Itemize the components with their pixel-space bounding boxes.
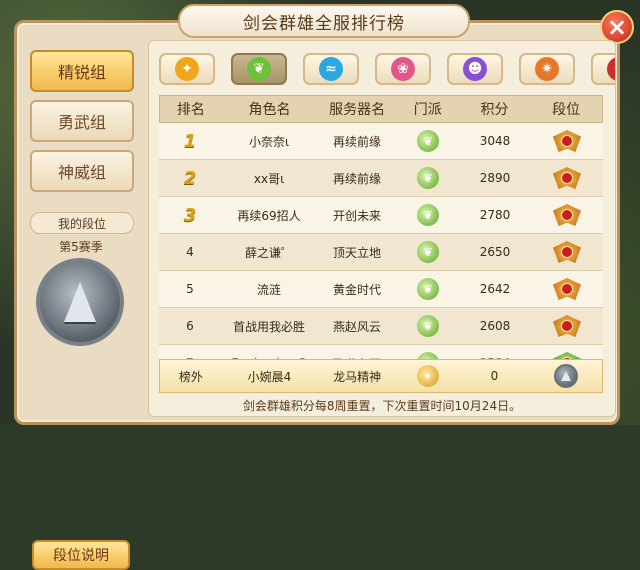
- header-name: 角色名: [248, 102, 291, 118]
- leaf-sect-icon: ❦: [417, 167, 439, 189]
- tab-red-sect[interactable]: ✦: [591, 53, 615, 85]
- leaf-sect-icon: ❦: [417, 204, 439, 226]
- score-cell: 2584: [459, 345, 531, 359]
- red-sect-icon: ✦: [607, 57, 615, 81]
- name-cell: 首战用我必胜: [232, 319, 305, 334]
- my-server-cell: 龙马精神: [333, 369, 382, 384]
- score-cell: 2650: [479, 245, 511, 259]
- server-cell: 顶天立地: [332, 245, 381, 260]
- ranking-panel: ✦ ❦ ≈ ❀ ☻ ✷ ✦ 排名 角色名 服务器名 门派 积分 段位 1 小奈奈…: [148, 40, 616, 417]
- tab-sword-sect[interactable]: ✦: [159, 53, 215, 85]
- leaf-sect-icon: ❦: [417, 241, 439, 263]
- rank-cell: 2: [183, 167, 197, 189]
- my-rank-cell: 榜外: [178, 369, 203, 384]
- green-tier-icon: [553, 350, 581, 359]
- score-cell: 2890: [479, 171, 511, 185]
- silver-tier-icon: [554, 364, 579, 388]
- table-row[interactable]: 2 xx哥ι 再续前缘 ❦ 2890: [159, 160, 603, 197]
- leaf-sect-icon: ❦: [417, 278, 439, 300]
- gold-tier-icon: [553, 202, 581, 228]
- rank-cell: 3: [183, 204, 197, 226]
- table-row[interactable]: 1 小奈奈ι 再续前缘 ❦ 3048: [159, 123, 603, 160]
- server-cell: 再续前缘: [332, 134, 381, 149]
- name-cell: xx哥ι: [253, 171, 285, 186]
- my-ranking-row[interactable]: 榜外 小婉晨4 龙马精神 ✦ 0: [159, 359, 603, 393]
- server-cell: 开创未来: [332, 208, 381, 223]
- rank-cell: 6: [186, 319, 194, 333]
- header-rank: 排名: [176, 102, 205, 118]
- rank-cell: 1: [183, 130, 197, 152]
- name-cell: 流涟: [256, 282, 281, 297]
- name-cell: 薛之谦゜: [244, 245, 293, 260]
- gold-tier-icon: [553, 128, 581, 154]
- tab-lotus-sect[interactable]: ❀: [375, 53, 431, 85]
- group-divine-button[interactable]: 神威组: [30, 150, 134, 192]
- name-cell: Euphonium2: [221, 345, 317, 359]
- tier-explain-button[interactable]: 段位说明: [32, 540, 130, 570]
- reset-footnote: 剑会群雄积分每8周重置，下次重置时间10月24日。: [242, 399, 522, 413]
- ranking-table: 排名 角色名 服务器名 门派 积分 段位 1 小奈奈ι 再续前缘 ❦ 3048 …: [159, 95, 603, 359]
- sword-sect-icon: ✦: [416, 365, 439, 387]
- server-cell: 燕赵风云: [332, 319, 381, 334]
- table-row[interactable]: 7 Euphonium2 飞龙在天 ❦ 2584: [159, 345, 603, 359]
- server-cell: 飞龙在天: [317, 345, 397, 360]
- leaf-sect-icon: ❦: [417, 352, 439, 359]
- score-cell: 3048: [479, 134, 511, 148]
- my-score-cell: 0: [490, 369, 499, 383]
- score-cell: 2608: [479, 319, 511, 333]
- sword-sect-icon: ✦: [175, 57, 199, 81]
- tab-leaf-sect[interactable]: ❦: [231, 53, 287, 85]
- rank-cell: 7: [159, 345, 221, 359]
- my-name-cell: 小婉晨4: [247, 369, 292, 384]
- server-cell: 黄金时代: [332, 282, 381, 297]
- lotus-sect-icon: ❀: [391, 57, 415, 81]
- rank-cell: 5: [186, 282, 194, 296]
- close-icon[interactable]: ×: [600, 10, 634, 44]
- my-rank-panel: 我的段位 第5赛季 段位说明: [22, 210, 140, 570]
- header-tier: 段位: [552, 102, 581, 118]
- my-rank-title: 我的段位: [30, 212, 134, 234]
- table-body: 1 小奈奈ι 再续前缘 ❦ 3048 2 xx哥ι 再续前缘 ❦ 2890 3 …: [159, 123, 603, 359]
- wave-sect-icon: ≈: [319, 57, 343, 81]
- header-sect: 门派: [413, 102, 442, 118]
- tab-wave-sect[interactable]: ≈: [303, 53, 359, 85]
- leaf-sect-icon: ❦: [417, 130, 439, 152]
- name-cell: 再续69招人: [237, 208, 301, 223]
- tier-medal-icon: [36, 258, 124, 346]
- tab-skull-sect[interactable]: ☻: [447, 53, 503, 85]
- rank-cell: 4: [186, 245, 194, 259]
- name-cell: 小奈奈ι: [248, 134, 290, 149]
- group-sidebar: 精锐组 勇武组 神威组 我的段位 第5赛季 段位说明: [22, 40, 144, 570]
- table-row[interactable]: 6 首战用我必胜 燕赵风云 ❦ 2608: [159, 308, 603, 345]
- table-header: 排名 角色名 服务器名 门派 积分 段位: [159, 95, 603, 123]
- leaf-sect-icon: ❦: [247, 57, 271, 81]
- group-brave-button[interactable]: 勇武组: [30, 100, 134, 142]
- season-label: 第5赛季: [59, 240, 103, 254]
- gold-tier-icon: [553, 239, 581, 265]
- server-cell: 再续前缘: [332, 171, 381, 186]
- header-score: 积分: [480, 102, 509, 118]
- flame-sect-icon: ✷: [535, 57, 559, 81]
- page-title: 剑会群雄全服排行榜: [178, 4, 470, 38]
- score-cell: 2642: [479, 282, 511, 296]
- score-cell: 2780: [479, 208, 511, 222]
- group-elite-button[interactable]: 精锐组: [30, 50, 134, 92]
- skull-sect-icon: ☻: [463, 57, 487, 81]
- gold-tier-icon: [553, 313, 581, 339]
- leaf-sect-icon: ❦: [417, 315, 439, 337]
- gold-tier-icon: [553, 276, 581, 302]
- gold-tier-icon: [553, 165, 581, 191]
- sect-tabs: ✦ ❦ ≈ ❀ ☻ ✷ ✦: [159, 51, 615, 87]
- table-row[interactable]: 3 再续69招人 开创未来 ❦ 2780: [159, 197, 603, 234]
- tab-flame-sect[interactable]: ✷: [519, 53, 575, 85]
- table-row[interactable]: 4 薛之谦゜ 顶天立地 ❦ 2650: [159, 234, 603, 271]
- table-row[interactable]: 5 流涟 黄金时代 ❦ 2642: [159, 271, 603, 308]
- header-server: 服务器名: [329, 102, 386, 118]
